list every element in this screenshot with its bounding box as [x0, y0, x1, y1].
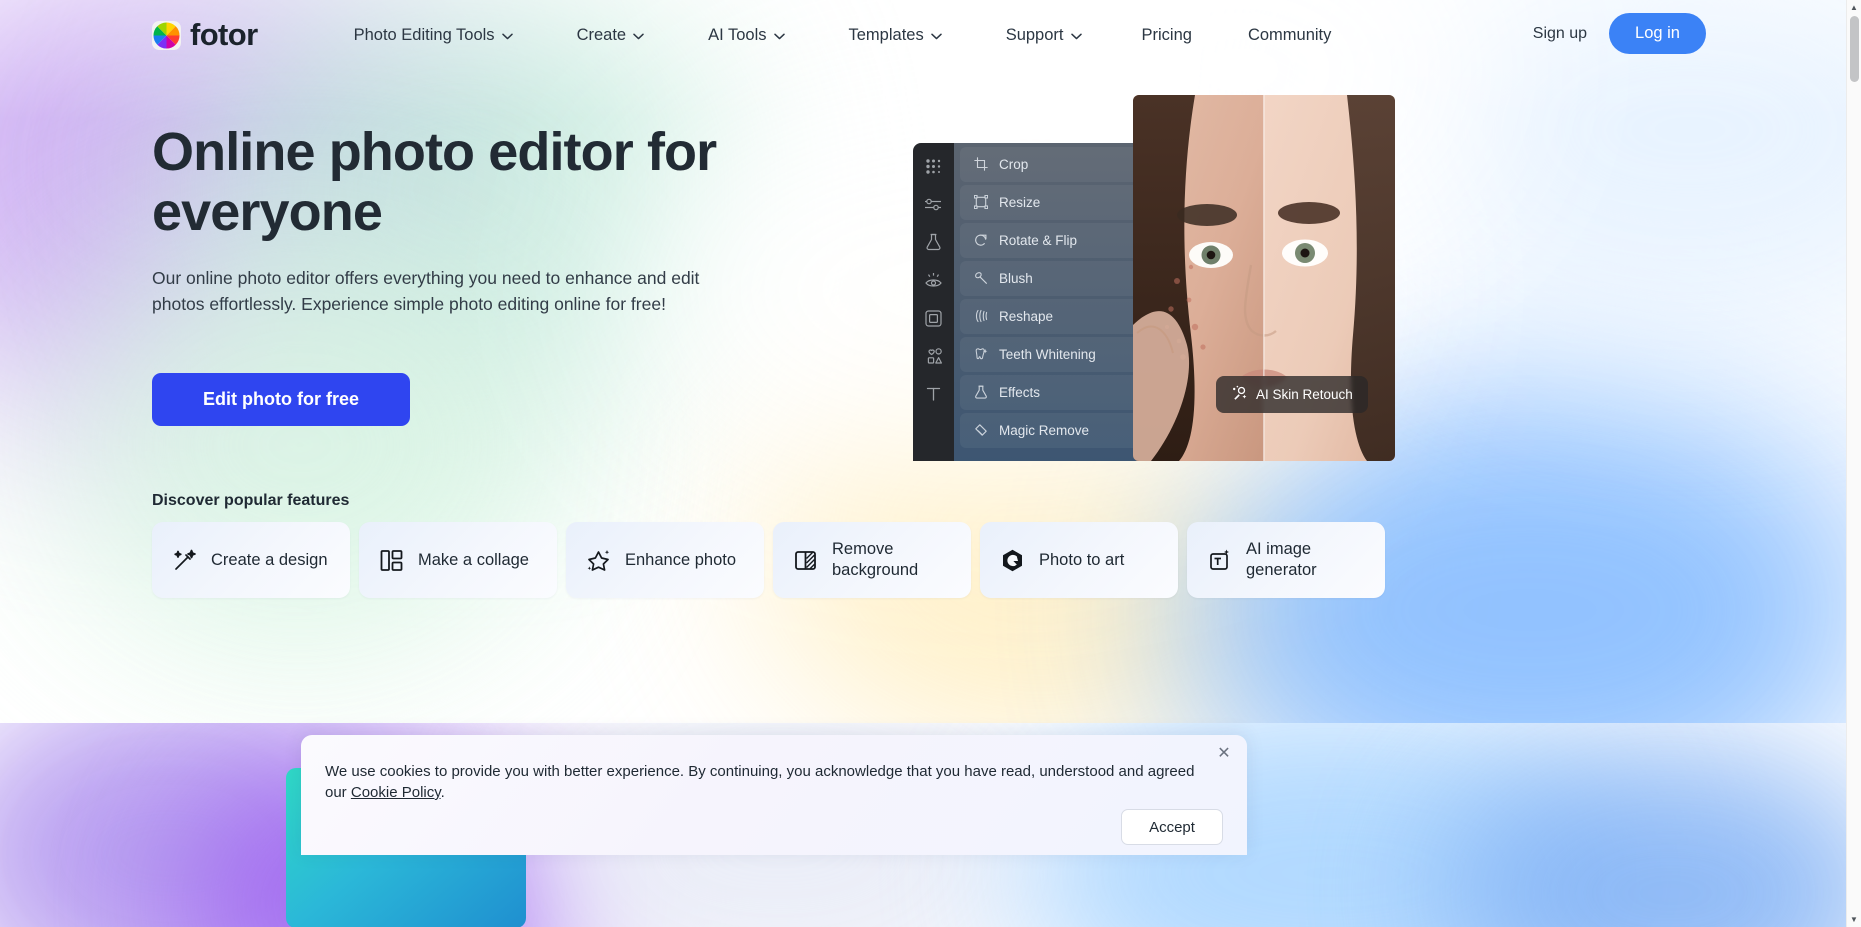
tool-label: Crop [999, 157, 1029, 172]
feature-label: Photo to art [1039, 550, 1125, 569]
nav-label: Support [1005, 25, 1064, 44]
fotor-logo-icon [152, 20, 181, 50]
editor-toolbar-sidebar [913, 143, 954, 461]
flask-icon[interactable] [923, 231, 945, 253]
tool-label: Effects [999, 385, 1041, 400]
cookie-message: We use cookies to provide you with bette… [325, 761, 1195, 803]
grid-dots-icon[interactable] [923, 155, 945, 177]
tool-label: Magic Remove [999, 423, 1090, 438]
main-navigation: Photo Editing Tools Create AI Tools Temp… [322, 15, 1360, 55]
chevron-down-icon [1070, 26, 1082, 45]
features-row: Create a design Make a collage Enhance p… [152, 522, 1385, 598]
nav-item-templates[interactable]: Templates [817, 15, 974, 55]
accept-button[interactable]: Accept [1121, 809, 1223, 845]
eye-icon[interactable] [923, 269, 945, 291]
chevron-down-icon [633, 26, 644, 45]
feature-label: Create a design [211, 550, 328, 569]
tool-label: Reshape [999, 309, 1054, 324]
hero-subtitle: Our online photo editor offers everythin… [152, 268, 700, 314]
badge-label: AI Skin Retouch [1256, 387, 1353, 402]
edit-photo-for-free-button[interactable]: Edit photo for free [152, 373, 410, 426]
ai-image-generator-icon [1206, 547, 1232, 573]
chevron-down-icon [930, 26, 942, 45]
tool-label: Rotate & Flip [999, 233, 1078, 248]
scrollbar-thumb[interactable] [1850, 16, 1859, 82]
log-in-button[interactable]: Log in [1609, 13, 1706, 54]
nav-label: Templates [848, 25, 924, 44]
rotate-icon [974, 233, 989, 248]
close-icon[interactable]: ✕ [1214, 744, 1234, 764]
nav-label: Community [1247, 25, 1332, 44]
logo-text: fotor [190, 17, 258, 52]
nav-label: Photo Editing Tools [353, 25, 495, 44]
feature-card-photo-to-art[interactable]: Photo to art [980, 522, 1178, 598]
cookie-text-after: . [440, 784, 445, 801]
page-scrollbar[interactable]: ▲ ▼ [1846, 0, 1861, 927]
feature-card-remove-background[interactable]: Remove background [773, 522, 971, 598]
nav-label: Create [576, 25, 627, 44]
remove-background-icon [792, 547, 818, 573]
nav-item-ai-tools[interactable]: AI Tools [676, 15, 816, 55]
effects-flask-icon [974, 385, 989, 400]
nav-item-community[interactable]: Community [1220, 15, 1359, 55]
cookie-text-before: We use cookies to provide you with bette… [325, 763, 1195, 801]
page-viewport: online photo editor [0, 0, 1861, 927]
feature-card-enhance-photo[interactable]: Enhance photo [566, 522, 764, 598]
cookie-banner: ✕ We use cookies to provide you with bet… [301, 735, 1247, 855]
frame-icon[interactable] [923, 307, 945, 329]
feature-label: AI image generator [1246, 540, 1317, 579]
chevron-down-icon [501, 26, 513, 45]
tooth-sparkle-icon [974, 347, 989, 362]
logo[interactable]: fotor [152, 17, 258, 53]
feature-card-create-a-design[interactable]: Create a design [152, 522, 350, 598]
blush-icon [974, 271, 989, 286]
feature-card-ai-image-generator[interactable]: AI image generator [1187, 522, 1385, 598]
tool-label: Teeth Whitening [999, 347, 1096, 362]
site-header: fotor Photo Editing Tools Create AI Tool… [0, 0, 1861, 70]
sign-up-link[interactable]: Sign up [1533, 25, 1587, 43]
tool-label: Resize [999, 195, 1041, 210]
shapes-icon[interactable] [923, 345, 945, 367]
resize-icon [974, 195, 989, 210]
auth-actions: Sign up Log in [1533, 13, 1706, 54]
feature-label: Make a collage [418, 550, 529, 569]
chevron-up-icon[interactable]: ▲ [1847, 0, 1861, 15]
nav-item-create[interactable]: Create [545, 15, 677, 55]
collage-icon [378, 547, 404, 573]
ai-sparkle-icon [1231, 385, 1247, 404]
feature-label: Remove background [832, 540, 919, 579]
nav-item-photo-editing-tools[interactable]: Photo Editing Tools [322, 15, 545, 55]
feature-label: Enhance photo [625, 550, 737, 569]
nav-label: Pricing [1141, 25, 1192, 44]
magic-wand-icon [171, 547, 197, 573]
tool-label: Blush [999, 271, 1033, 286]
text-icon[interactable] [923, 383, 945, 405]
eraser-icon [974, 423, 989, 438]
sliders-icon[interactable] [923, 193, 945, 215]
cookie-policy-link[interactable]: Cookie Policy [351, 784, 441, 801]
crop-icon [974, 157, 989, 172]
reshape-icon [974, 309, 989, 324]
chevron-down-icon[interactable]: ▼ [1847, 912, 1861, 927]
editor-preview: Crop Resize Rotate & Flip Blush Reshape … [913, 95, 1395, 461]
nav-item-support[interactable]: Support [974, 15, 1114, 55]
chevron-down-icon [773, 26, 785, 45]
nav-item-pricing[interactable]: Pricing [1114, 15, 1220, 55]
ai-skin-retouch-badge[interactable]: AI Skin Retouch [1216, 376, 1368, 413]
photo-to-art-icon [999, 547, 1025, 573]
features-heading: Discover popular features [152, 492, 350, 509]
enhance-sparkle-icon [585, 547, 611, 573]
page-title: Online photo editor for everyone [152, 122, 717, 242]
feature-card-make-a-collage[interactable]: Make a collage [359, 522, 557, 598]
nav-label: AI Tools [708, 25, 767, 44]
